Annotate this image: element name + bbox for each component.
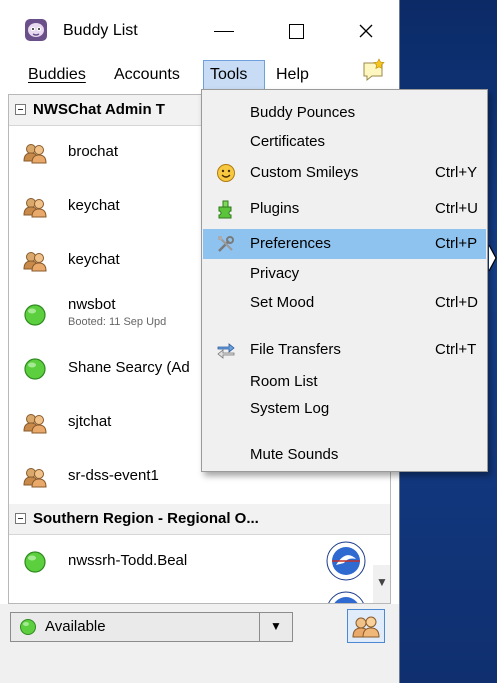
- collapse-icon[interactable]: [15, 104, 26, 115]
- collapse-icon[interactable]: [15, 513, 26, 524]
- available-icon: [20, 619, 36, 635]
- menu-item-mute-sounds[interactable]: Mute Sounds: [203, 440, 486, 470]
- tools-menu: Buddy Pounces Certificates Custom Smiley…: [201, 89, 488, 472]
- menu-item-label: System Log: [250, 400, 330, 417]
- group-name: Southern Region - Regional O...: [33, 510, 259, 527]
- menu-accounts[interactable]: Accounts: [108, 60, 186, 90]
- mouse-cursor-icon: [488, 244, 497, 272]
- minimize-icon: [214, 30, 234, 32]
- transfer-icon: [217, 343, 235, 359]
- menu-item-label: Privacy: [250, 265, 300, 282]
- status-label: Available: [45, 618, 106, 635]
- nws-logo-avatar: [326, 541, 366, 581]
- menu-item-label: Mute Sounds: [250, 446, 339, 463]
- list-item[interactable]: [9, 589, 390, 603]
- menu-item-label: File Transfers: [250, 341, 341, 358]
- scrollbar[interactable]: ▼: [373, 565, 390, 603]
- buddy-status-message: Booted: 11 Sep Upd: [68, 316, 167, 328]
- menu-item-file-transfers[interactable]: File Transfers Ctrl+T: [203, 335, 486, 365]
- puzzle-icon: [218, 200, 232, 219]
- buddy-name: Shane Searcy (Ad: [68, 359, 190, 376]
- buddy-name: nwsbot: [68, 296, 116, 313]
- status-selector[interactable]: Available ▼: [10, 612, 293, 642]
- buddy-name: sr-dss-event1: [68, 467, 159, 484]
- available-icon: [24, 551, 46, 573]
- smiley-icon: [217, 164, 235, 182]
- chat-room-icon: [23, 468, 47, 488]
- group-name: NWSChat Admin T: [33, 101, 165, 118]
- close-icon: [359, 24, 373, 38]
- chat-room-icon: [23, 252, 47, 272]
- window-title: Buddy List: [63, 22, 138, 39]
- menu-item-shortcut: Ctrl+T: [435, 341, 477, 358]
- menu-item-room-list[interactable]: Room List: [203, 367, 486, 397]
- buddy-name: brochat: [68, 143, 119, 160]
- menu-item-certificates[interactable]: Certificates: [203, 127, 486, 157]
- pidgin-app-icon: [25, 19, 47, 41]
- chevron-down-icon[interactable]: ▼: [270, 619, 282, 633]
- menu-item-label: Certificates: [250, 133, 326, 150]
- maximize-icon: [288, 23, 304, 39]
- menu-item-label: Set Mood: [250, 294, 315, 311]
- menu-item-buddy-pounces[interactable]: Buddy Pounces: [203, 98, 486, 128]
- list-item[interactable]: nwssrh-Todd.Beal: [9, 535, 390, 589]
- chat-room-icon: [23, 198, 47, 218]
- menu-tools-label: Tools: [210, 66, 248, 83]
- nws-logo-avatar: [328, 591, 364, 603]
- divider: [259, 613, 260, 641]
- scroll-down-icon[interactable]: ▼: [376, 575, 388, 589]
- maximize-button[interactable]: [276, 14, 316, 48]
- menu-item-label: Buddy Pounces: [250, 104, 356, 121]
- available-icon: [24, 304, 46, 326]
- menu-item-plugins[interactable]: Plugins Ctrl+U: [203, 194, 486, 224]
- buddy-name: sjtchat: [68, 413, 112, 430]
- buddy-name: keychat: [68, 251, 120, 268]
- menu-tools[interactable]: Tools: [203, 60, 265, 90]
- menu-bar: Buddies Accounts Tools Help: [0, 60, 399, 90]
- menu-item-set-mood[interactable]: Set Mood Ctrl+D: [203, 288, 486, 318]
- menu-help[interactable]: Help: [270, 60, 315, 90]
- menu-item-label: Room List: [250, 373, 318, 390]
- menu-item-shortcut: Ctrl+Y: [435, 164, 478, 181]
- buddy-icon: [352, 616, 380, 638]
- status-bar: Available ▼: [0, 604, 399, 683]
- menu-accounts-label: Accounts: [114, 66, 180, 83]
- menu-item-privacy[interactable]: Privacy: [203, 259, 486, 289]
- buddy-icon-button[interactable]: [347, 609, 385, 643]
- menu-item-shortcut: Ctrl+D: [435, 294, 478, 311]
- notification-icon[interactable]: [361, 58, 387, 84]
- group-header[interactable]: Southern Region - Regional O...: [9, 504, 390, 535]
- menu-item-label: Plugins: [250, 200, 300, 217]
- menu-item-label: Custom Smileys: [250, 164, 359, 181]
- menu-help-label: Help: [276, 66, 309, 83]
- buddy-name: nwssrh-Todd.Beal: [68, 552, 188, 569]
- minimize-button[interactable]: [204, 14, 244, 48]
- menu-item-preferences[interactable]: Preferences Ctrl+P: [203, 229, 486, 259]
- menu-item-shortcut: Ctrl+U: [435, 200, 478, 217]
- menu-item-system-log[interactable]: System Log: [203, 394, 486, 424]
- menu-item-shortcut: Ctrl+P: [435, 235, 478, 252]
- close-button[interactable]: [346, 14, 386, 48]
- menu-item-label: Preferences: [250, 235, 331, 252]
- chat-room-icon: [23, 414, 47, 434]
- menu-buddies[interactable]: Buddies: [22, 60, 92, 90]
- available-icon: [24, 358, 46, 380]
- menu-buddies-label: Buddies: [28, 66, 86, 83]
- title-bar[interactable]: Buddy List: [0, 0, 399, 60]
- menu-item-custom-smileys[interactable]: Custom Smileys Ctrl+Y: [203, 158, 486, 188]
- chat-room-icon: [23, 144, 47, 164]
- tools-icon: [218, 236, 234, 252]
- buddy-name: keychat: [68, 197, 120, 214]
